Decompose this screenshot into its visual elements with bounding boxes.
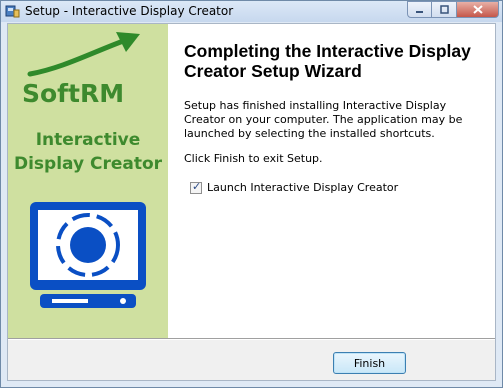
completion-message: Setup has finished installing Interactiv… (184, 99, 463, 140)
wizard-client-area: SoftRM Interactive Display Creator Compl… (7, 23, 496, 381)
close-icon (472, 5, 483, 14)
exit-instruction: Click Finish to exit Setup. (184, 152, 323, 165)
brand-logo-text: SoftRM (22, 79, 125, 108)
product-name: Interactive Display Creator (8, 128, 168, 176)
wizard-sidebar: SoftRM Interactive Display Creator (8, 24, 168, 338)
product-name-line1: Interactive (35, 130, 141, 150)
title-bar[interactable]: Setup - Interactive Display Creator (1, 1, 502, 22)
monitor-target-icon (30, 202, 146, 308)
checkmark-icon: ✓ (192, 179, 202, 193)
launch-checkbox[interactable]: ✓ (190, 179, 202, 194)
maximize-icon (439, 5, 449, 14)
footer-divider (8, 338, 495, 340)
window-title: Setup - Interactive Display Creator (25, 4, 234, 18)
page-title: Completing the Interactive Display Creat… (184, 41, 471, 81)
maximize-button[interactable] (432, 1, 457, 18)
finish-button[interactable]: Finish (333, 352, 406, 374)
setup-window: Setup - Interactive Display Creator Soft… (0, 0, 503, 388)
wizard-content: Completing the Interactive Display Creat… (168, 24, 495, 338)
product-name-line2: Display Creator (13, 154, 163, 174)
launch-checkbox-label[interactable]: Launch Interactive Display Creator (207, 181, 398, 194)
minimize-button[interactable] (407, 1, 432, 18)
installer-icon (5, 5, 20, 18)
launch-checkbox-row[interactable]: ✓ Launch Interactive Display Creator (190, 179, 398, 194)
close-button[interactable] (457, 1, 499, 18)
swoosh-arrow-icon (27, 32, 140, 77)
window-controls (407, 1, 499, 19)
minimize-icon (416, 11, 423, 13)
